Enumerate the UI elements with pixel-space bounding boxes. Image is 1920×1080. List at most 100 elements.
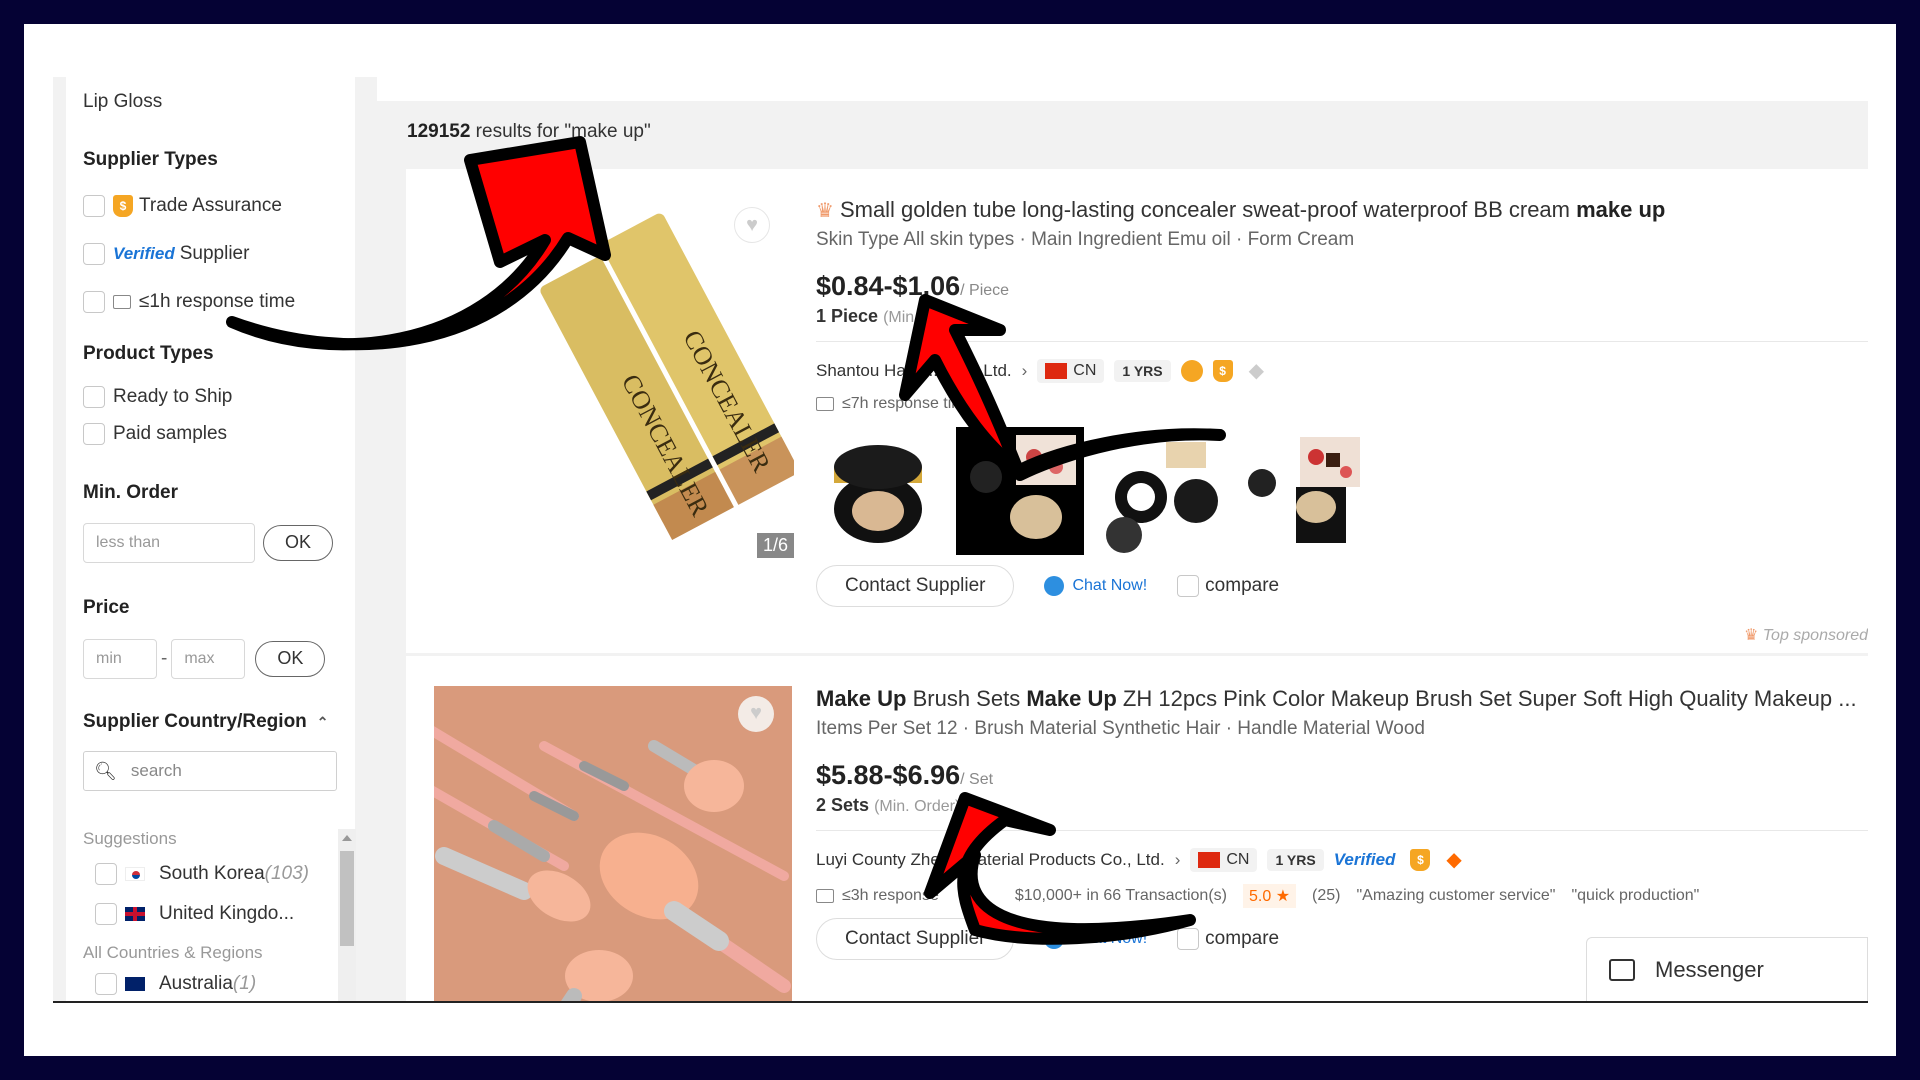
message-icon [1609,959,1635,981]
chat-now-button[interactable]: Chat Now! [1044,929,1147,949]
review-tag: "quick production" [1571,887,1700,904]
south-korea-flag-icon [125,867,145,881]
product-image[interactable]: ♥ [434,686,792,1001]
supplier-types-heading: Supplier Types [83,149,218,170]
crown-icon: ♛ [816,200,834,222]
country-option-south-korea[interactable]: South Korea (103) [95,859,309,889]
country-tag: CN [1037,358,1105,383]
product-price: $0.84-$1.06/ Piece [816,271,1868,302]
checkbox[interactable] [95,903,117,925]
thumbnail-cushion-compact[interactable] [816,427,944,555]
country-option-united-kingdom[interactable]: United Kingdo... [95,899,294,929]
divider [816,341,1868,342]
search-icon: 🔍︎ [94,760,117,781]
country-name: South Korea [159,863,265,884]
image-pager: 1/6 [756,533,794,558]
verified-icon: Verified [1333,849,1396,869]
price-unit: / Piece [960,282,1010,299]
filter-verified-supplier[interactable]: Verified Supplier [83,239,249,269]
title-keyword: Make Up [1026,686,1117,711]
checkbox[interactable] [95,973,117,995]
supplier-meta: ≤3h response $10,000+ in 66 Transaction(… [816,884,1868,908]
supplier-meta: ≤7h response time [816,395,1868,413]
review-count: (25) [1312,887,1341,904]
product-image[interactable]: CONCEALER CONCEALER ♥ 1/6 [406,169,801,558]
compare-checkbox[interactable]: compare [1177,928,1279,950]
review-tag: "Amazing customer service" [1356,887,1556,904]
top-sponsored-label: ♛ Top sponsored [1744,625,1868,645]
checkbox[interactable] [83,195,105,217]
verified-icon: Verified [113,244,175,263]
supplier-name[interactable]: Luyi County Zheng... aterial Products Co… [816,850,1165,870]
price-min-input[interactable]: min [83,639,157,679]
price-range: $0.84-$1.06 [816,271,961,301]
product-title[interactable]: ♛ Small golden tube long-lasting conceale… [816,197,1868,223]
checkbox[interactable] [83,291,105,313]
response-time: ≤3h response [842,887,939,904]
product-types-heading: Product Types [83,343,214,364]
thumbnail-open-compacts[interactable] [1096,427,1224,555]
supplier-name[interactable]: Shantou Haihe... Co., Ltd. [816,361,1012,381]
min-order-quantity: 2 Sets (Min. Order) [816,795,1868,816]
product-card[interactable]: CONCEALER CONCEALER ♥ 1/6 ♛ Small golden … [406,169,1868,653]
favorite-heart-icon[interactable]: ♥ [738,696,774,732]
product-details: ♛ Small golden tube long-lasting conceale… [816,197,1868,607]
chat-icon [1044,576,1065,596]
price-max-input[interactable]: max [171,639,246,679]
favorite-heart-icon[interactable]: ♥ [734,207,770,243]
compare-label: compare [1205,575,1280,596]
messenger-button[interactable]: Messenger [1586,937,1868,1001]
product-title[interactable]: Make Up Brush Sets Make Up ZH 12pcs Pink… [816,686,1868,712]
results-query: results for "make up" [470,121,651,142]
filter-paid-samples[interactable]: Paid samples [83,419,227,449]
category-lip-gloss[interactable]: Lip Gloss [83,91,162,113]
product-price: $5.88-$6.96/ Set [816,760,1868,791]
country-name: United Kingdo... [159,903,295,924]
moq-value: 2 Sets [816,795,870,815]
min-order-filter: less than OK [83,523,333,563]
country-list-scrollbar[interactable] [338,829,356,1001]
all-countries-label: All Countries & Regions [83,943,263,962]
years-tag: 1 YRS [1114,359,1171,382]
checkbox[interactable] [1177,928,1200,950]
australia-flag-icon [125,977,145,991]
price-ok-button[interactable]: OK [255,641,326,677]
china-flag-icon [1045,362,1068,379]
thumbnail-black-box[interactable] [956,427,1084,555]
contact-supplier-button[interactable]: Contact Supplier [816,565,1015,607]
country-search-input[interactable]: 🔍︎ search [83,751,337,791]
checkbox[interactable] [83,243,105,265]
filter-label: ≤1h response time [139,291,296,312]
scrollbar-thumb[interactable] [340,851,354,946]
messenger-label: Messenger [1655,957,1764,982]
checkbox[interactable] [1177,575,1200,597]
checkbox[interactable] [83,386,105,408]
compare-checkbox[interactable]: compare [1177,575,1279,597]
contact-supplier-button[interactable]: Contact Supplier [816,918,1015,960]
country-count: (103) [264,863,309,884]
rating-badge: 5.0 ★ [1242,884,1297,908]
compare-label: compare [1205,928,1280,949]
thumbnail-floral-box[interactable] [1236,427,1364,555]
min-order-ok-button[interactable]: OK [263,525,333,561]
title-text: Brush Sets [906,686,1027,711]
country-name: Australia [159,973,233,994]
diamond-icon: ◆ [1446,849,1462,871]
country-option-australia[interactable]: Australia (1) [95,969,256,999]
scroll-up-icon[interactable] [342,835,352,841]
filter-response-time[interactable]: ≤1h response time [83,287,295,317]
country-heading[interactable]: Supplier Country/Region ⌃ [83,711,329,733]
country-heading-label: Supplier Country/Region [83,711,307,732]
moq-value: 1 Piece [816,306,879,326]
sidebar-separator [355,77,377,1001]
star-icon: ★ [1275,888,1291,905]
price-range: $5.88-$6.96 [816,760,961,790]
country-code: CN [1073,361,1097,379]
checkbox[interactable] [95,863,117,885]
min-order-input[interactable]: less than [83,523,255,563]
filter-label: Paid samples [113,423,228,444]
chat-now-button[interactable]: Chat Now! [1044,576,1147,596]
filter-trade-assurance[interactable]: $ Trade Assurance [83,191,282,221]
filter-ready-to-ship[interactable]: Ready to Ship [83,382,232,412]
checkbox[interactable] [83,423,105,445]
